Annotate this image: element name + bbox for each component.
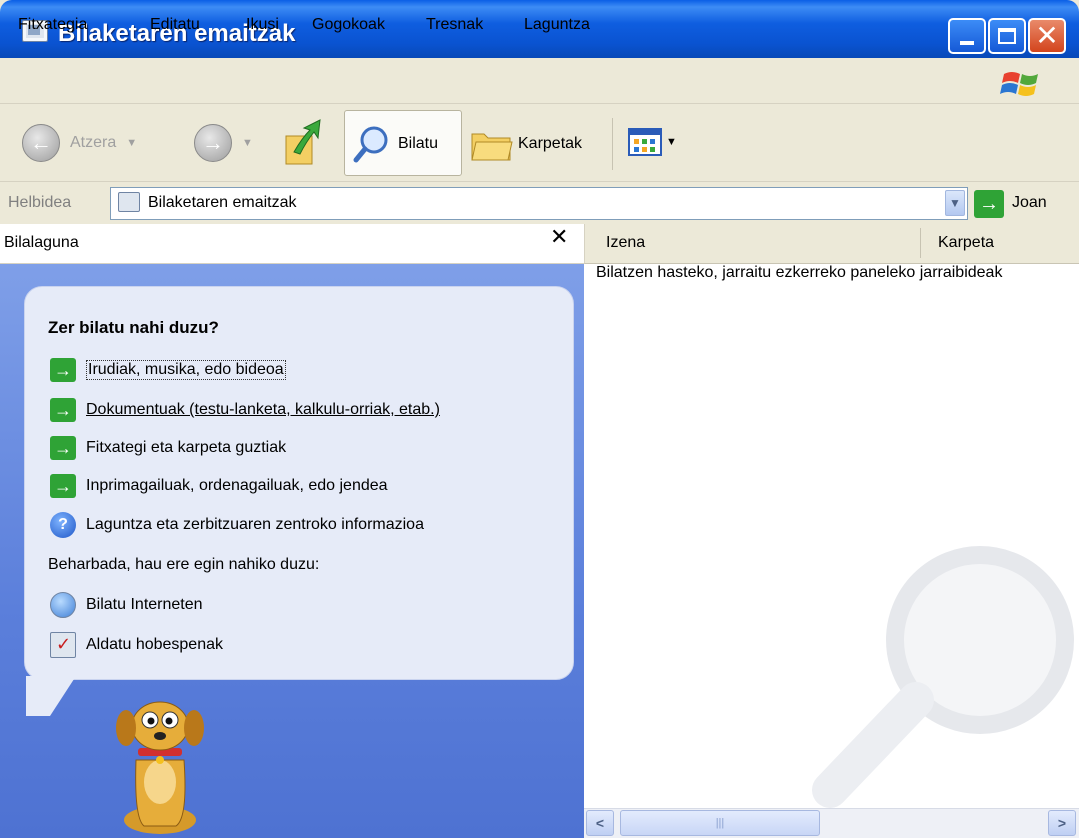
views-dropdown-icon: ▼ (666, 136, 677, 148)
option-label: Dokumentuak (testu-lanketa, kalkulu-orri… (86, 401, 440, 418)
preferences-icon (50, 632, 76, 658)
menu-view[interactable]: Ikusi (246, 16, 279, 34)
minimize-button[interactable] (948, 18, 986, 54)
go-button[interactable]: Joan (1012, 194, 1047, 212)
back-arrow-icon: ← (22, 124, 60, 162)
search-pane-title: Bilalaguna (4, 234, 79, 251)
column-folder[interactable]: Karpeta (938, 234, 994, 252)
option-label: Laguntza eta zerbitzuaren zentroko infor… (86, 516, 424, 533)
option-all-files[interactable]: → Fitxategi eta karpeta guztiak (50, 436, 286, 460)
views-icon (628, 128, 662, 156)
forward-dropdown-icon[interactable]: ▼ (242, 137, 253, 149)
search-button-content: Bilatu (352, 124, 438, 164)
search-question: Zer bilatu nahi duzu? (48, 318, 219, 337)
option-label: Bilatu Interneten (86, 596, 203, 613)
green-arrow-icon: → (50, 358, 76, 382)
option-label: Fitxategi eta karpeta guztiak (86, 439, 287, 456)
up-folder-icon[interactable] (282, 116, 326, 168)
address-dropdown-icon[interactable]: ▼ (945, 190, 965, 216)
internet-search-icon (50, 592, 76, 618)
change-preferences-link[interactable]: Aldatu hobespenak (50, 632, 223, 658)
back-button[interactable]: ← Atzera ▼ (22, 124, 137, 162)
menu-help[interactable]: Laguntza (524, 16, 590, 34)
forward-arrow-icon: → (194, 124, 232, 162)
forward-button[interactable]: → ▼ (194, 124, 253, 162)
option-label: Irudiak, musika, edo bideoa (86, 360, 286, 380)
explorer-window: Bilaketaren emaitzak ✕ Fitxategia Editat… (0, 0, 1079, 838)
search-results-icon (118, 192, 140, 212)
views-button[interactable]: ▼ (628, 128, 677, 156)
option-documents[interactable]: → Dokumentuak (testu-lanketa, kalkulu-or… (50, 398, 440, 422)
folders-button[interactable]: Karpetak (470, 124, 582, 164)
back-label: Atzera (70, 134, 117, 151)
close-icon: ✕ (1035, 20, 1059, 51)
results-hint: Bilatzen hasteko, jarraitu ezkerreko pan… (596, 264, 1003, 281)
option-help-center[interactable]: ? Laguntza eta zerbitzuaren zentroko inf… (50, 512, 424, 538)
option-printers[interactable]: → Inprimagailuak, ordenagailuak, edo jen… (50, 474, 388, 498)
menu-file[interactable]: Fitxategia (18, 16, 87, 34)
go-arrow-icon[interactable]: → (974, 190, 1004, 218)
search-companion-dog-icon[interactable] (104, 690, 214, 838)
column-name[interactable]: Izena (606, 234, 645, 252)
toolbar-separator (612, 118, 613, 170)
minimize-icon (960, 41, 974, 45)
windows-logo-icon (1000, 72, 1038, 96)
search-label: Bilatu (398, 135, 439, 152)
folders-icon (471, 133, 513, 161)
close-button[interactable]: ✕ (1028, 18, 1066, 54)
scroll-left-icon[interactable]: < (586, 810, 614, 836)
scroll-right-icon[interactable]: > (1048, 810, 1076, 836)
folders-label: Karpetak (518, 135, 583, 152)
search-pane-header (0, 224, 584, 264)
magnifier-icon (353, 126, 388, 163)
bubble-tail (26, 676, 76, 716)
watermark-magnifier-icon (812, 546, 1074, 808)
green-arrow-icon: → (50, 398, 76, 422)
address-value[interactable]: Bilaketaren emaitzak (148, 194, 297, 212)
menu-bar (0, 58, 1079, 104)
green-arrow-icon: → (50, 436, 76, 460)
maximize-button[interactable] (988, 18, 1026, 54)
option-label: Inprimagailuak, ordenagailuak, edo jende… (86, 477, 388, 494)
back-dropdown-icon[interactable]: ▼ (126, 137, 137, 149)
close-pane-icon[interactable]: ✕ (550, 224, 568, 250)
option-media[interactable]: → Irudiak, musika, edo bideoa (50, 358, 286, 382)
green-arrow-icon: → (50, 474, 76, 498)
option-label: Aldatu hobespenak (86, 636, 223, 653)
address-label: Helbidea (8, 194, 72, 211)
menu-tools[interactable]: Tresnak (426, 16, 483, 34)
menu-edit[interactable]: Editatu (150, 16, 200, 34)
results-header (584, 224, 1079, 264)
column-divider[interactable] (920, 228, 921, 258)
scroll-thumb[interactable]: ||| (620, 810, 820, 836)
maximize-icon (998, 28, 1016, 44)
also-label: Beharbada, hau ere egin nahiko duzu: (48, 556, 320, 573)
help-icon: ? (50, 512, 76, 538)
search-internet-link[interactable]: Bilatu Interneten (50, 592, 203, 618)
menu-favorites[interactable]: Gogokoak (312, 16, 385, 34)
